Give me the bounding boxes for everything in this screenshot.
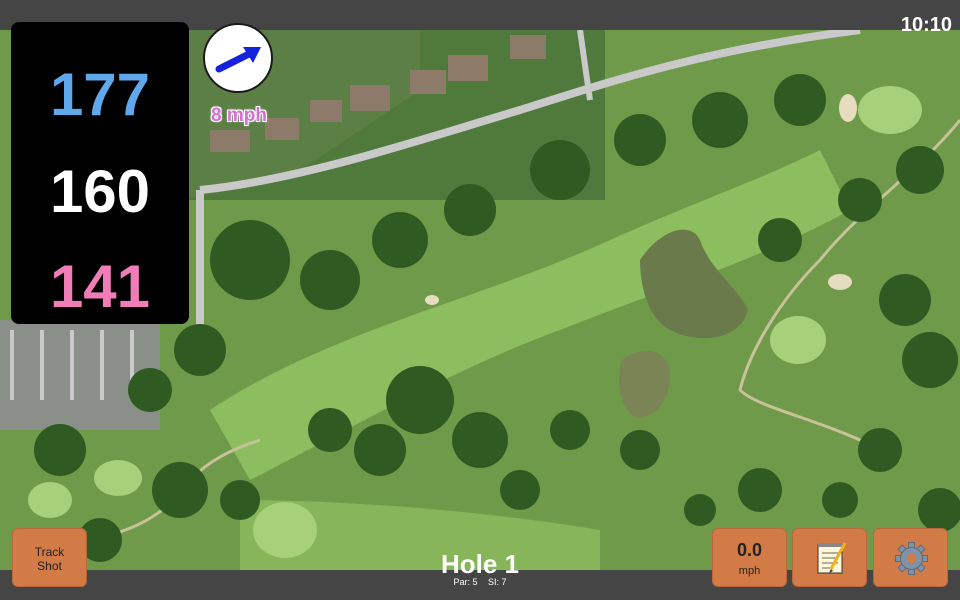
track-shot-button[interactable]: Track Shot: [12, 528, 87, 587]
settings-button[interactable]: [873, 528, 948, 587]
hole-stroke-index: SI: 7: [488, 577, 507, 587]
back-of-green-distance: 177: [49, 61, 151, 128]
wind-dial: [203, 23, 273, 93]
hole-title: Hole 1: [440, 549, 520, 579]
clock: 10:10: [900, 14, 952, 36]
wind-direction-arrow-icon: [215, 47, 261, 73]
track-shot-label: Track Shot: [13, 529, 86, 573]
track-shot-label-line1: Track: [34, 545, 65, 559]
wind-speed: 8 mph: [211, 105, 267, 126]
notes-button[interactable]: [792, 528, 867, 587]
track-shot-label-line2: Shot: [37, 559, 62, 573]
front-of-green-distance: 141: [49, 253, 151, 320]
hole-par: Par: 5: [453, 577, 478, 587]
middle-of-green-distance: 160: [49, 158, 151, 225]
distance-panel: 177 160 141: [11, 22, 189, 324]
speed-value: 0.0: [736, 540, 763, 560]
speed-unit: mph: [738, 565, 761, 577]
speed-button[interactable]: 0.0 mph: [712, 528, 787, 587]
hole-info: Par: 5 SI: 7: [380, 577, 580, 587]
notepad-icon: [817, 542, 847, 574]
gear-icon: [895, 542, 928, 575]
